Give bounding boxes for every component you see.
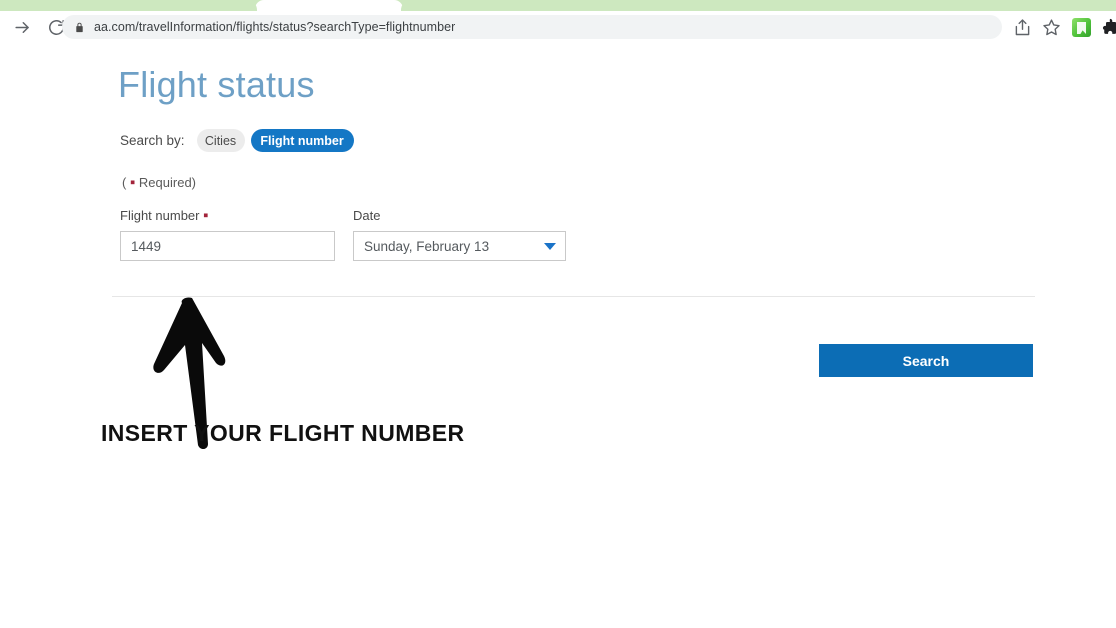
required-dot-icon: ▪ — [203, 207, 209, 224]
browser-chrome: aa.com/travelInformation/flights/status?… — [0, 0, 1116, 43]
required-dot-icon: ▪ — [129, 174, 136, 191]
search-by-label: Search by: — [120, 133, 185, 148]
date-field: Date Sunday, February 13 — [353, 208, 566, 261]
flight-number-input[interactable] — [120, 231, 335, 261]
browser-toolbar: aa.com/travelInformation/flights/status?… — [0, 11, 1116, 43]
section-divider — [112, 296, 1035, 297]
date-label: Date — [353, 208, 381, 223]
tab-gap-right — [401, 0, 415, 11]
date-select-wrapper: Sunday, February 13 — [353, 231, 566, 261]
tab-strip — [0, 0, 1116, 11]
search-by-toggle-group: Search by: Cities Flight number — [120, 129, 354, 152]
flight-number-field: Flight number ▪ — [120, 208, 335, 261]
required-note-text: Required) — [138, 175, 197, 190]
required-note-paren: ( — [122, 175, 127, 190]
flight-number-label-text: Flight number — [120, 208, 200, 223]
tab-search-by-cities[interactable]: Cities — [196, 129, 245, 152]
required-note: ( ▪ Required) — [122, 175, 196, 190]
extension-icon[interactable] — [1072, 18, 1091, 37]
url-text: aa.com/travelInformation/flights/status?… — [94, 20, 456, 34]
forward-arrow-icon[interactable] — [13, 18, 32, 37]
browser-tab-active[interactable] — [255, 0, 403, 11]
annotation-text: INSERT YOUR FLIGHT NUMBER — [101, 420, 465, 446]
search-button[interactable]: Search — [819, 344, 1033, 377]
date-select-value: Sunday, February 13 — [364, 238, 490, 254]
date-select[interactable]: Sunday, February 13 — [353, 231, 566, 261]
page-title: Flight status — [118, 64, 315, 105]
tab-search-by-flight-number[interactable]: Flight number — [250, 129, 354, 152]
lock-icon — [74, 22, 85, 33]
flight-number-label: Flight number ▪ — [120, 208, 335, 223]
page-content: Flight status Search by: Cities Flight n… — [0, 42, 1116, 628]
tab-gap-left — [243, 0, 257, 11]
address-bar[interactable]: aa.com/travelInformation/flights/status?… — [62, 15, 1002, 39]
share-icon[interactable] — [1012, 17, 1033, 38]
puzzle-extension-icon[interactable] — [1101, 17, 1116, 38]
star-icon[interactable] — [1041, 17, 1062, 38]
